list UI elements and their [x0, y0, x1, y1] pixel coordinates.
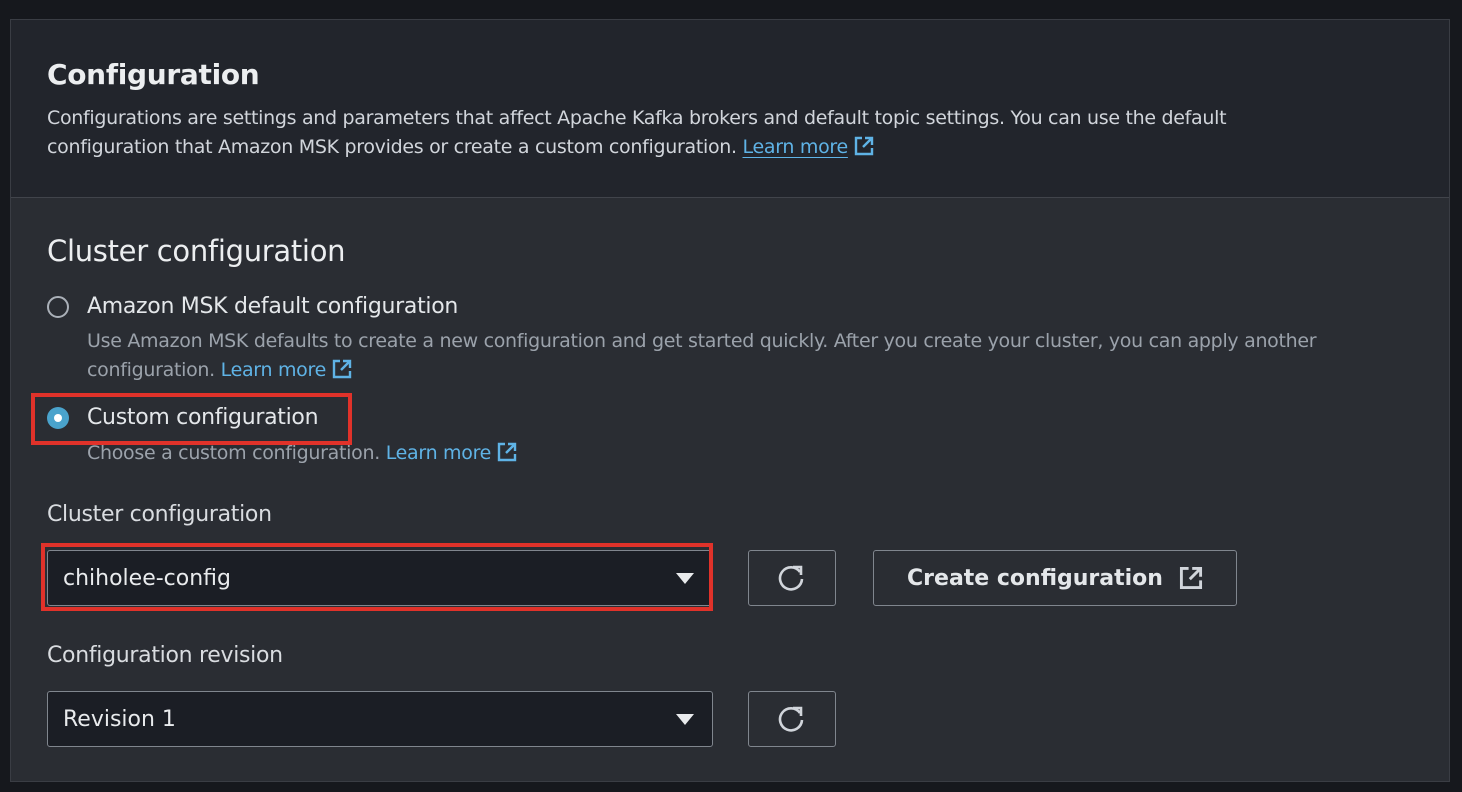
- radio-default-configuration[interactable]: Amazon MSK default configuration: [47, 294, 458, 319]
- configuration-revision-label: Configuration revision: [47, 643, 283, 668]
- learn-more-label: Learn more: [742, 136, 849, 158]
- button-label: Create configuration: [907, 565, 1163, 591]
- radio-description: Use Amazon MSK defaults to create a new …: [87, 327, 1407, 385]
- external-link-icon: [1179, 566, 1202, 590]
- highlight-box: [31, 393, 352, 445]
- header-description: Configurations are settings and paramete…: [47, 104, 1347, 162]
- selected-value: Revision 1: [63, 706, 176, 732]
- description-text: Choose a custom configuration.: [87, 442, 380, 464]
- create-configuration-button[interactable]: Create configuration: [873, 550, 1237, 606]
- radio-label: Amazon MSK default configuration: [87, 294, 459, 319]
- external-link-icon[interactable]: [332, 359, 352, 379]
- refresh-icon: [778, 565, 804, 591]
- page-title: Configuration: [47, 58, 260, 91]
- section-heading: Cluster configuration: [47, 234, 346, 268]
- configuration-revision-select[interactable]: Revision 1: [47, 691, 713, 747]
- caret-down-icon: [676, 714, 694, 725]
- refresh-revisions-button[interactable]: [748, 691, 836, 747]
- radio-button[interactable]: [47, 295, 69, 318]
- learn-more-label: Learn more: [220, 359, 327, 381]
- learn-more-link[interactable]: Learn more: [742, 136, 849, 158]
- refresh-icon: [778, 706, 804, 732]
- cluster-configuration-label: Cluster configuration: [47, 502, 272, 527]
- external-link-icon[interactable]: [854, 136, 874, 156]
- highlight-box: [41, 543, 713, 611]
- configuration-panel: Configuration Configurations are setting…: [10, 19, 1450, 782]
- panel-header: Configuration Configurations are setting…: [11, 20, 1449, 198]
- description-text: Configurations are settings and paramete…: [47, 107, 1227, 158]
- learn-more-link[interactable]: Learn more: [385, 442, 492, 464]
- external-link-icon[interactable]: [497, 442, 517, 462]
- refresh-configurations-button[interactable]: [748, 550, 836, 606]
- radio-description: Choose a custom configuration. Learn mor…: [87, 439, 1407, 468]
- learn-more-link[interactable]: Learn more: [220, 359, 327, 381]
- learn-more-label: Learn more: [385, 442, 492, 464]
